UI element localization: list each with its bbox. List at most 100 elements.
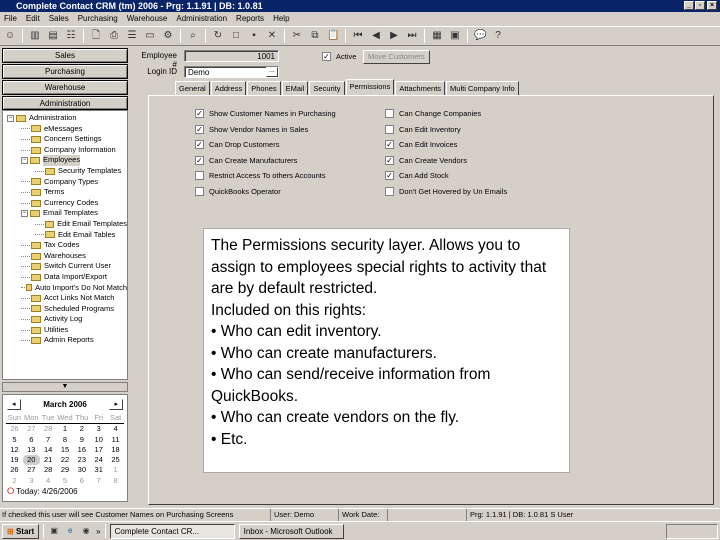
- unchecked-icon[interactable]: [385, 109, 394, 118]
- today-label[interactable]: Today: 4/26/2006: [16, 487, 77, 496]
- copy-icon[interactable]: ⧉: [309, 30, 321, 42]
- calendar-day[interactable]: 24: [90, 455, 107, 465]
- permission-checkbox[interactable]: ✓ Can Create Manufacturers: [195, 155, 297, 165]
- prev-record-icon[interactable]: ◀: [370, 30, 382, 42]
- checked-icon[interactable]: ✓: [195, 109, 204, 118]
- list-icon[interactable]: ☰: [126, 30, 138, 42]
- delete-icon[interactable]: ✕: [266, 30, 278, 42]
- calendar-day[interactable]: 25: [107, 455, 124, 465]
- tree-item[interactable]: Admin Reports: [3, 335, 127, 346]
- tab-permissions[interactable]: Permissions: [345, 79, 395, 95]
- tools-icon[interactable]: ⚙: [162, 30, 174, 42]
- calendar-day[interactable]: 3: [90, 424, 107, 434]
- active-checkbox[interactable]: ✓ Active: [322, 52, 356, 61]
- restore-button[interactable]: ▫: [695, 1, 705, 10]
- menu-reports[interactable]: Reports: [236, 12, 264, 25]
- calendar-day[interactable]: 12: [6, 445, 23, 455]
- minimize-button[interactable]: _: [684, 1, 694, 10]
- permission-checkbox[interactable]: ✓ Can Drop Customers: [195, 140, 279, 149]
- tree-item[interactable]: eMessages: [3, 124, 127, 135]
- calendar-day[interactable]: 5: [57, 476, 74, 486]
- menu-sales[interactable]: Sales: [49, 12, 69, 25]
- move-customers-button[interactable]: Move Customers: [363, 50, 430, 64]
- preview-icon[interactable]: 🗋: [90, 30, 102, 42]
- tab-email[interactable]: EMail: [281, 81, 309, 95]
- calendar-day[interactable]: 27: [23, 424, 40, 434]
- collapse-icon[interactable]: −: [7, 114, 14, 122]
- calendar-day[interactable]: 8: [57, 435, 74, 445]
- splitter[interactable]: ▼: [2, 382, 128, 392]
- comment-icon[interactable]: 💬: [474, 30, 486, 42]
- calendar-day[interactable]: 7: [90, 476, 107, 486]
- desktop-icon[interactable]: ▣: [48, 525, 60, 537]
- calendar-day[interactable]: 21: [40, 455, 57, 465]
- permission-checkbox[interactable]: ✓ Can Create Vendors: [385, 155, 467, 165]
- calendar-day[interactable]: 3: [23, 476, 40, 486]
- tree-item[interactable]: Security Templates: [3, 166, 127, 177]
- search-icon[interactable]: ⌕: [187, 30, 199, 42]
- tab-general[interactable]: General: [175, 81, 210, 95]
- menu-help[interactable]: Help: [273, 12, 289, 25]
- permission-checkbox[interactable]: QuickBooks Operator: [195, 186, 281, 196]
- taskbar-item-crm[interactable]: Complete Contact CR...: [109, 523, 235, 539]
- tab-attachments[interactable]: Attachments: [395, 81, 446, 95]
- collapse-icon[interactable]: −: [21, 157, 28, 165]
- calendar-day[interactable]: 19: [6, 455, 23, 465]
- tree-item[interactable]: Concern Settings: [3, 134, 127, 145]
- checked-icon[interactable]: ✓: [385, 171, 394, 180]
- checked-icon[interactable]: ✓: [195, 155, 204, 165]
- nav-warehouse[interactable]: Warehouse: [2, 80, 128, 95]
- checked-icon[interactable]: ✓: [195, 140, 204, 149]
- quicklaunch-chevron[interactable]: »: [96, 527, 100, 536]
- calendar-day[interactable]: 10: [90, 435, 107, 445]
- tree-item[interactable]: Switch Current User: [3, 261, 127, 272]
- calendar-day[interactable]: 6: [23, 435, 40, 445]
- unchecked-icon[interactable]: [385, 124, 394, 134]
- calendar-day[interactable]: 5: [6, 435, 23, 445]
- export-icon[interactable]: ▣: [449, 30, 461, 42]
- nav-administration[interactable]: Administration: [2, 96, 128, 110]
- menu-administration[interactable]: Administration: [176, 12, 227, 25]
- last-record-icon[interactable]: ⏭: [406, 30, 418, 42]
- calendar-day[interactable]: 13: [23, 445, 40, 455]
- nav-sales[interactable]: Sales: [2, 48, 128, 63]
- tree-item[interactable]: − Email Templates: [3, 208, 127, 219]
- save-icon[interactable]: ▪: [248, 30, 260, 42]
- calendar-day[interactable]: 18: [107, 445, 124, 455]
- permission-checkbox[interactable]: ✓ Can Add Stock: [385, 171, 449, 180]
- permission-checkbox[interactable]: ✓ Can Edit Invoices: [385, 140, 457, 149]
- calendar-day[interactable]: 29: [57, 465, 74, 475]
- calendar-day[interactable]: 15: [57, 445, 74, 455]
- properties-icon[interactable]: ☷: [65, 30, 77, 42]
- calendar-day[interactable]: 22: [57, 455, 74, 465]
- tab-phones[interactable]: Phones: [247, 81, 281, 95]
- nav-purchasing[interactable]: Purchasing: [2, 64, 128, 79]
- tree-item[interactable]: Company Types: [3, 177, 127, 188]
- calendar-day[interactable]: 31: [90, 465, 107, 475]
- calendar-day[interactable]: 30: [73, 465, 90, 475]
- paste-icon[interactable]: 📋: [327, 30, 339, 42]
- tree-item[interactable]: Acct Links Not Match: [3, 293, 127, 304]
- permission-checkbox[interactable]: Can Edit Inventory: [385, 124, 461, 134]
- checked-icon[interactable]: ✓: [385, 140, 394, 149]
- tree-item[interactable]: Utilities: [3, 325, 127, 336]
- tree-item[interactable]: Edit Email Tables: [3, 230, 127, 241]
- unchecked-icon[interactable]: [385, 186, 394, 196]
- ie-icon[interactable]: e: [64, 525, 76, 537]
- permission-checkbox[interactable]: Restrict Access To others Accounts: [195, 171, 326, 180]
- start-button[interactable]: ⊞ Start: [2, 523, 40, 539]
- tree-item[interactable]: Edit Email Templates: [3, 219, 127, 230]
- next-month-button[interactable]: ▸: [109, 398, 123, 410]
- calendar-day[interactable]: 2: [6, 476, 23, 486]
- checked-icon[interactable]: ✓: [195, 124, 204, 134]
- help-icon[interactable]: ?: [492, 30, 504, 42]
- tab-security[interactable]: Security: [309, 81, 345, 95]
- tree-item[interactable]: Scheduled Programs: [3, 304, 127, 315]
- first-record-icon[interactable]: ⏮: [352, 30, 364, 42]
- next-record-icon[interactable]: ▶: [388, 30, 400, 42]
- calendar-day[interactable]: 1: [57, 424, 74, 434]
- tree-item[interactable]: − Administration: [3, 113, 127, 124]
- calendar-day[interactable]: 9: [73, 435, 90, 445]
- collapse-icon[interactable]: −: [21, 210, 28, 218]
- calendar-day[interactable]: 4: [40, 476, 57, 486]
